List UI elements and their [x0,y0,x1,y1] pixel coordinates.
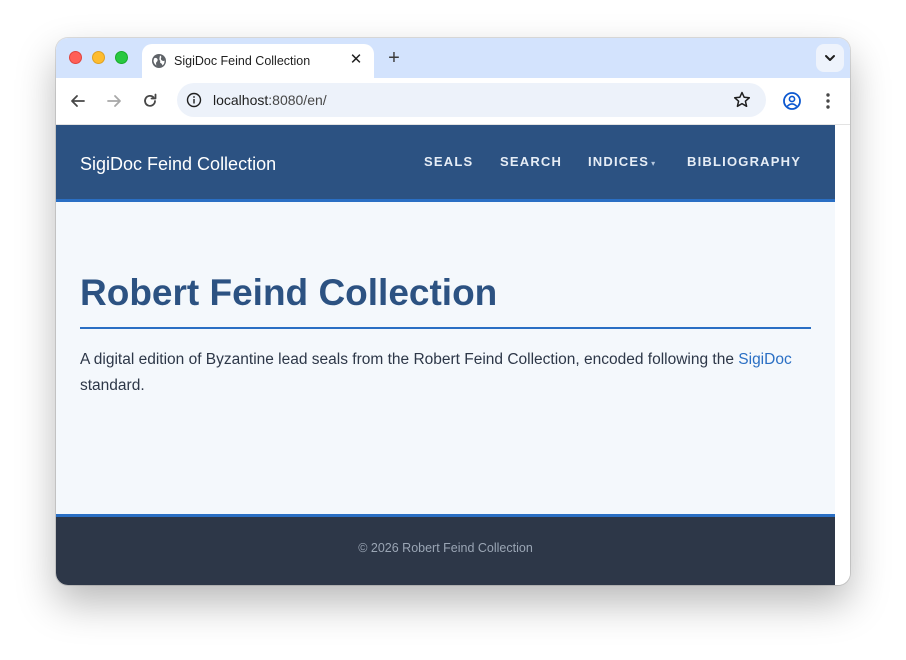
tab-title: SigiDoc Feind Collection [174,54,311,68]
chevron-down-icon [825,55,835,61]
nav-bibliography[interactable]: BIBLIOGRAPHY [687,154,801,169]
nav-search[interactable]: SEARCH [500,154,562,169]
url-path: :8080/en/ [268,92,327,108]
sigidoc-link[interactable]: SigiDoc [738,351,791,368]
kebab-menu-icon[interactable] [817,90,839,112]
site-brand[interactable]: SigiDoc Feind Collection [80,154,276,175]
close-window-button[interactable] [69,51,82,64]
chevron-down-icon: ▾ [651,159,656,168]
nav-indices-label: INDICES [588,154,650,169]
tab-search-button[interactable] [816,44,844,72]
reload-icon[interactable] [139,90,161,112]
forward-arrow-icon[interactable] [103,90,125,112]
minimize-window-button[interactable] [92,51,105,64]
site-footer: © 2026 Robert Feind Collection [56,514,835,585]
tab-close-button[interactable]: ✕ [348,52,364,68]
nav-indices[interactable]: INDICES ▾ [588,154,655,169]
web-page: SigiDoc Feind Collection SEALS SEARCH IN… [56,125,835,585]
intro-paragraph: A digital edition of Byzantine lead seal… [80,347,811,399]
browser-window: SigiDoc Feind Collection ✕ + localhost:8… [56,38,850,585]
browser-tab[interactable]: SigiDoc Feind Collection ✕ [142,44,374,78]
page-title: Robert Feind Collection [80,271,811,329]
intro-text: A digital edition of Byzantine lead seal… [80,351,739,368]
nav-seals[interactable]: SEALS [424,154,473,169]
info-icon[interactable] [186,92,202,108]
tab-strip: SigiDoc Feind Collection ✕ + [56,38,850,78]
globe-icon [152,54,166,68]
star-icon[interactable] [732,90,752,110]
site-header: SigiDoc Feind Collection SEALS SEARCH IN… [56,125,835,202]
back-arrow-icon[interactable] [67,90,89,112]
profile-icon[interactable] [781,90,803,112]
footer-copyright: © 2026 Robert Feind Collection [358,541,533,555]
url-text[interactable]: localhost:8080/en/ [213,92,327,108]
address-bar[interactable]: localhost:8080/en/ [177,83,766,117]
new-tab-button[interactable]: + [384,47,404,69]
scrollbar-gutter[interactable] [835,125,850,585]
main-content: Robert Feind Collection A digital editio… [80,271,811,399]
browser-toolbar: localhost:8080/en/ [56,78,850,125]
url-host: localhost [213,92,269,108]
zoom-window-button[interactable] [115,51,128,64]
intro-tail: standard. [80,377,145,394]
